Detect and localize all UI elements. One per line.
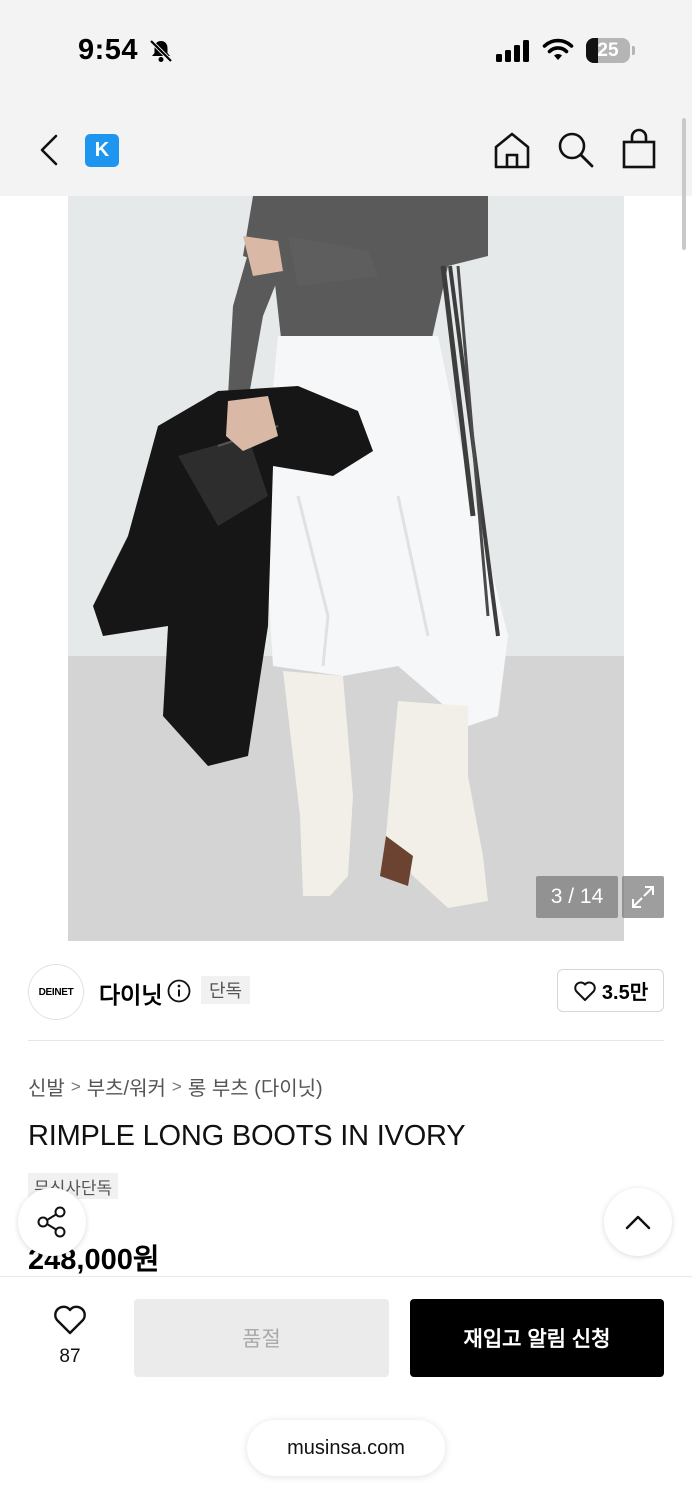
wish-button[interactable]: [52, 1304, 88, 1341]
breadcrumb-item[interactable]: 롱 부츠 (다이닛): [188, 1072, 323, 1101]
brand-like-button[interactable]: 3.5만: [557, 969, 664, 1012]
bag-icon: [622, 128, 656, 169]
wifi-icon: [542, 38, 574, 67]
breadcrumb: 신발 > 부츠/워커 > 롱 부츠 (다이닛): [28, 1072, 323, 1101]
brand-name[interactable]: 다이닛: [99, 976, 162, 1010]
home-icon: [494, 132, 530, 169]
breadcrumb-item[interactable]: 부츠/워커: [87, 1072, 166, 1101]
battery-level: 25: [597, 39, 619, 61]
chevron-up-icon: [625, 1215, 651, 1230]
brand-logo[interactable]: DEINET: [28, 964, 84, 1020]
product-title: RIMPLE LONG BOOTS IN IVORY: [28, 1120, 466, 1152]
back-button[interactable]: [36, 132, 64, 168]
share-button[interactable]: [18, 1188, 86, 1256]
expand-icon: [632, 886, 654, 908]
home-button[interactable]: [492, 130, 532, 175]
scroll-indicator[interactable]: [682, 118, 686, 250]
divider: [28, 1040, 664, 1041]
chevron-right-icon: >: [70, 1076, 81, 1096]
back-icon: [40, 134, 58, 166]
heart-icon: [574, 981, 596, 1001]
cellular-signal-icon: [496, 40, 532, 67]
app-logo[interactable]: K: [85, 134, 119, 167]
bell-muted-icon: [148, 38, 174, 69]
scroll-to-top-button[interactable]: [604, 1188, 672, 1256]
expand-image-button[interactable]: [622, 876, 664, 918]
status-time: 9:54: [78, 34, 139, 66]
cart-button[interactable]: [620, 128, 658, 175]
wish-count: 87: [59, 1346, 81, 1367]
brand-like-count: 3.5만: [601, 982, 649, 1004]
search-button[interactable]: [556, 130, 596, 175]
brand-row: DEINET 다이닛 단독 3.5만: [0, 942, 692, 1040]
battery-cap: [632, 46, 635, 55]
status-bar: 9:54 25: [0, 0, 692, 100]
share-icon: [37, 1206, 66, 1238]
battery-indicator: 25: [586, 38, 630, 63]
info-icon[interactable]: [167, 979, 191, 1008]
breadcrumb-item[interactable]: 신발: [28, 1072, 65, 1101]
chevron-right-icon: >: [171, 1076, 182, 1096]
search-icon: [558, 132, 594, 168]
soldout-button: 품절: [134, 1299, 389, 1377]
browser-url-bar[interactable]: musinsa.com: [247, 1420, 445, 1476]
product-photo: [68, 196, 624, 941]
exclusive-badge: 단독: [201, 976, 251, 1004]
heart-icon: [54, 1305, 86, 1335]
image-counter: 3 / 14: [536, 876, 618, 918]
restock-alert-button[interactable]: 재입고 알림 신청: [410, 1299, 664, 1377]
product-image[interactable]: [68, 196, 624, 941]
